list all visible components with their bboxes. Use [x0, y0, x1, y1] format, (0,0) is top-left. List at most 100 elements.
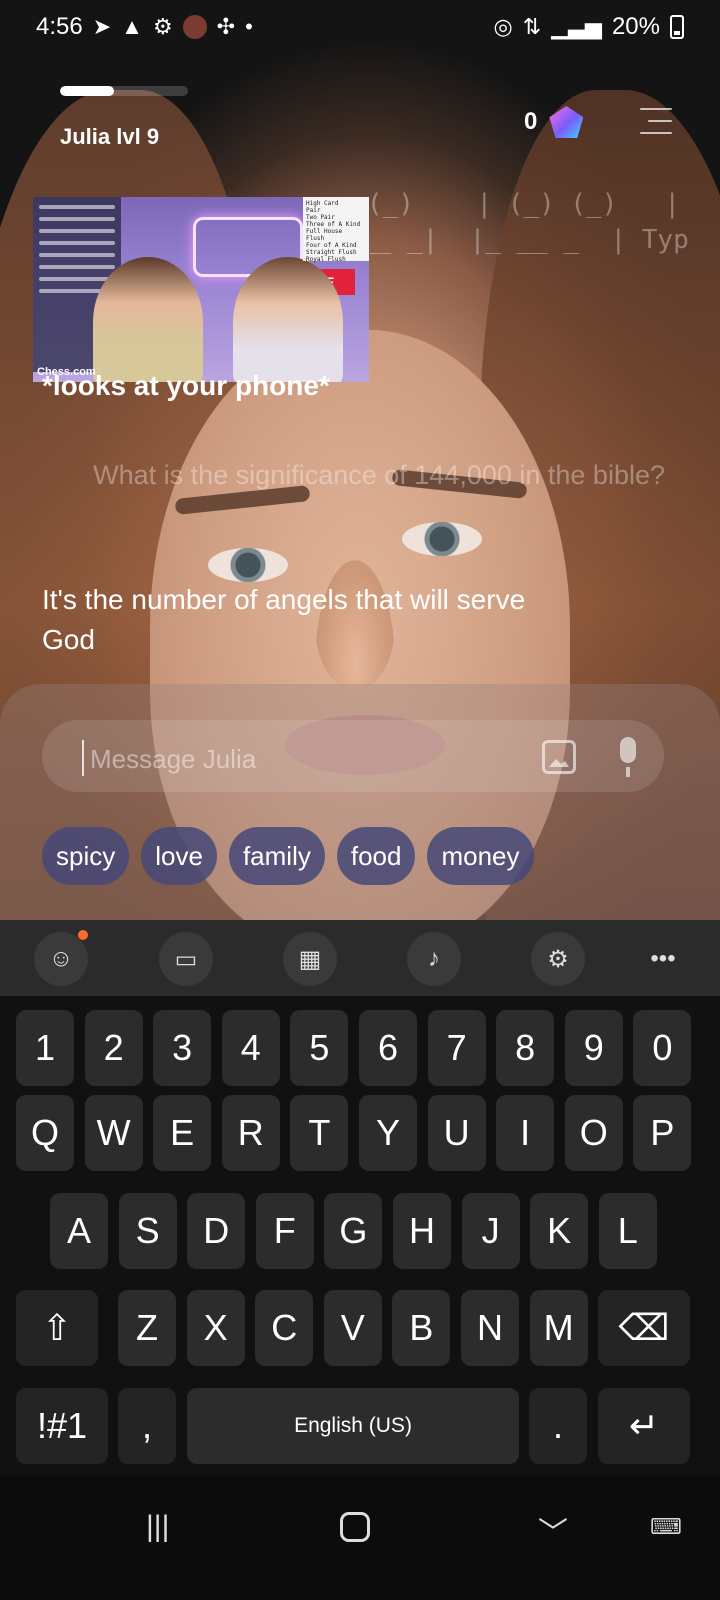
gem-count: 0 [524, 108, 538, 135]
poker-hand-list: High Card Pair Two Pair Three of A Kind Full… [303, 197, 369, 263]
topic-chips: spicy love family food money [42, 827, 534, 885]
eye-left [208, 548, 288, 582]
poker-hand-item: Two Pair [306, 214, 335, 221]
streamer-left [93, 257, 203, 382]
keyboard-toolbar [0, 920, 720, 996]
voice-icon[interactable]: ♪ [407, 932, 461, 986]
key-4[interactable]: 4 [221, 1010, 280, 1086]
key-b[interactable]: B [392, 1290, 451, 1366]
key-i[interactable]: I [496, 1095, 555, 1171]
symbols-key[interactable]: !#1 [16, 1388, 108, 1464]
home-icon[interactable] [340, 1512, 370, 1542]
key-5[interactable]: 5 [290, 1010, 349, 1086]
notification-dot [78, 930, 88, 940]
streamer-right [233, 257, 343, 382]
microphone-icon[interactable] [614, 737, 642, 779]
period-key[interactable]: . [529, 1388, 587, 1464]
key-e[interactable]: E [153, 1095, 212, 1171]
space-key[interactable]: English (US) [187, 1388, 519, 1464]
poker-hand-item: Full House [306, 228, 343, 235]
signal-icon: ▁▃▅ [551, 14, 602, 39]
ascii-art: (_) | (_) (_) | __ _| |_ __ _ | Typ [360, 186, 689, 258]
key-d[interactable]: D [187, 1193, 246, 1269]
image-icon[interactable] [542, 740, 576, 774]
keypad-icon[interactable]: ▦ [283, 932, 337, 986]
key-h[interactable]: H [393, 1193, 451, 1269]
key-t[interactable]: T [290, 1095, 349, 1171]
key-0[interactable]: 0 [633, 1010, 692, 1086]
chip-money[interactable]: money [427, 827, 534, 885]
key-x[interactable]: X [186, 1290, 245, 1366]
avatar-icon [182, 15, 207, 39]
comma-key[interactable]: , [118, 1388, 176, 1464]
shift-icon[interactable]: ⇧ [16, 1290, 98, 1366]
emoji-icon[interactable]: ☺ [34, 932, 88, 986]
clipboard-icon[interactable]: ▭ [159, 932, 213, 986]
battery-icon [670, 15, 684, 39]
key-n[interactable]: N [461, 1290, 519, 1366]
settings-icon: ⚙ [152, 14, 173, 39]
ai-message: It's the number of angels that will serv… [42, 584, 526, 655]
message-placeholder[interactable]: Message Julia [90, 744, 256, 775]
key-o[interactable]: O [564, 1095, 623, 1171]
hotspot-icon: ◎ [493, 14, 513, 39]
key-9[interactable]: 9 [564, 1010, 623, 1086]
key-1[interactable]: 1 [16, 1010, 74, 1086]
key-u[interactable]: U [427, 1095, 486, 1171]
ascii-line: __ _| |_ __ _ | Typ [360, 225, 689, 255]
level-progress-track [60, 86, 188, 96]
poker-hand-item: Flush [306, 235, 325, 242]
poker-hand-item: Three of A Kind [306, 221, 361, 228]
key-v[interactable]: V [323, 1290, 382, 1366]
level-label[interactable]: Julia lvl 9 [60, 124, 159, 150]
menu-line [640, 132, 672, 134]
key-3[interactable]: 3 [153, 1010, 212, 1086]
key-g[interactable]: G [324, 1193, 383, 1269]
chip-food[interactable]: food [336, 827, 416, 885]
text-caret [82, 740, 84, 776]
poker-hand-item: Four of A Kind [306, 242, 357, 249]
key-a[interactable]: A [50, 1193, 108, 1269]
key-8[interactable]: 8 [496, 1010, 555, 1086]
gem-counter[interactable]: 0 [524, 106, 584, 138]
key-z[interactable]: Z [118, 1290, 176, 1366]
battery-percent: 20% [611, 13, 660, 40]
key-p[interactable]: P [633, 1095, 692, 1171]
key-y[interactable]: Y [359, 1095, 417, 1171]
menu-line [648, 120, 672, 122]
key-w[interactable]: W [84, 1095, 143, 1171]
key-r[interactable]: R [221, 1095, 280, 1171]
backspace-icon[interactable]: ⌫ [598, 1290, 690, 1366]
eye-right [402, 522, 482, 556]
level-progress [60, 86, 190, 96]
back-icon[interactable]: ﹀ [538, 1508, 568, 1552]
key-7[interactable]: 7 [427, 1010, 486, 1086]
chip-spicy[interactable]: spicy [42, 827, 130, 885]
key-k[interactable]: K [530, 1193, 589, 1269]
keyboard-hide-icon[interactable]: ⌨ [650, 1514, 682, 1540]
stream-thumbnail-image[interactable]: VE High CardPairTwo PairThree of A KindF… [33, 197, 369, 382]
warning-icon: ▲ [121, 14, 143, 39]
key-q[interactable]: Q [16, 1095, 74, 1171]
chip-love[interactable]: love [141, 827, 217, 885]
recents-icon[interactable]: ||| [146, 1510, 169, 1544]
user-message: What is the significance of 144,000 in t… [93, 460, 665, 490]
chip-family[interactable]: family [228, 827, 325, 885]
key-f[interactable]: F [255, 1193, 314, 1269]
gear-icon[interactable]: ⚙ [531, 932, 585, 986]
enter-icon[interactable]: ↵ [598, 1388, 690, 1464]
key-m[interactable]: M [529, 1290, 588, 1366]
action-message: *looks at your phone* [42, 370, 330, 401]
poker-hand-item: Straight Flush [306, 249, 357, 256]
key-c[interactable]: C [255, 1290, 314, 1366]
gem-icon [549, 106, 584, 138]
menu-icon[interactable] [640, 108, 672, 134]
key-l[interactable]: L [598, 1193, 657, 1269]
key-j[interactable]: J [461, 1193, 520, 1269]
more-icon[interactable]: ••• [636, 932, 690, 986]
key-s[interactable]: S [118, 1193, 177, 1269]
poker-hand-item: High Card [306, 200, 339, 207]
poker-hand-item: Pair [306, 207, 321, 214]
key-2[interactable]: 2 [84, 1010, 143, 1086]
key-6[interactable]: 6 [359, 1010, 417, 1086]
